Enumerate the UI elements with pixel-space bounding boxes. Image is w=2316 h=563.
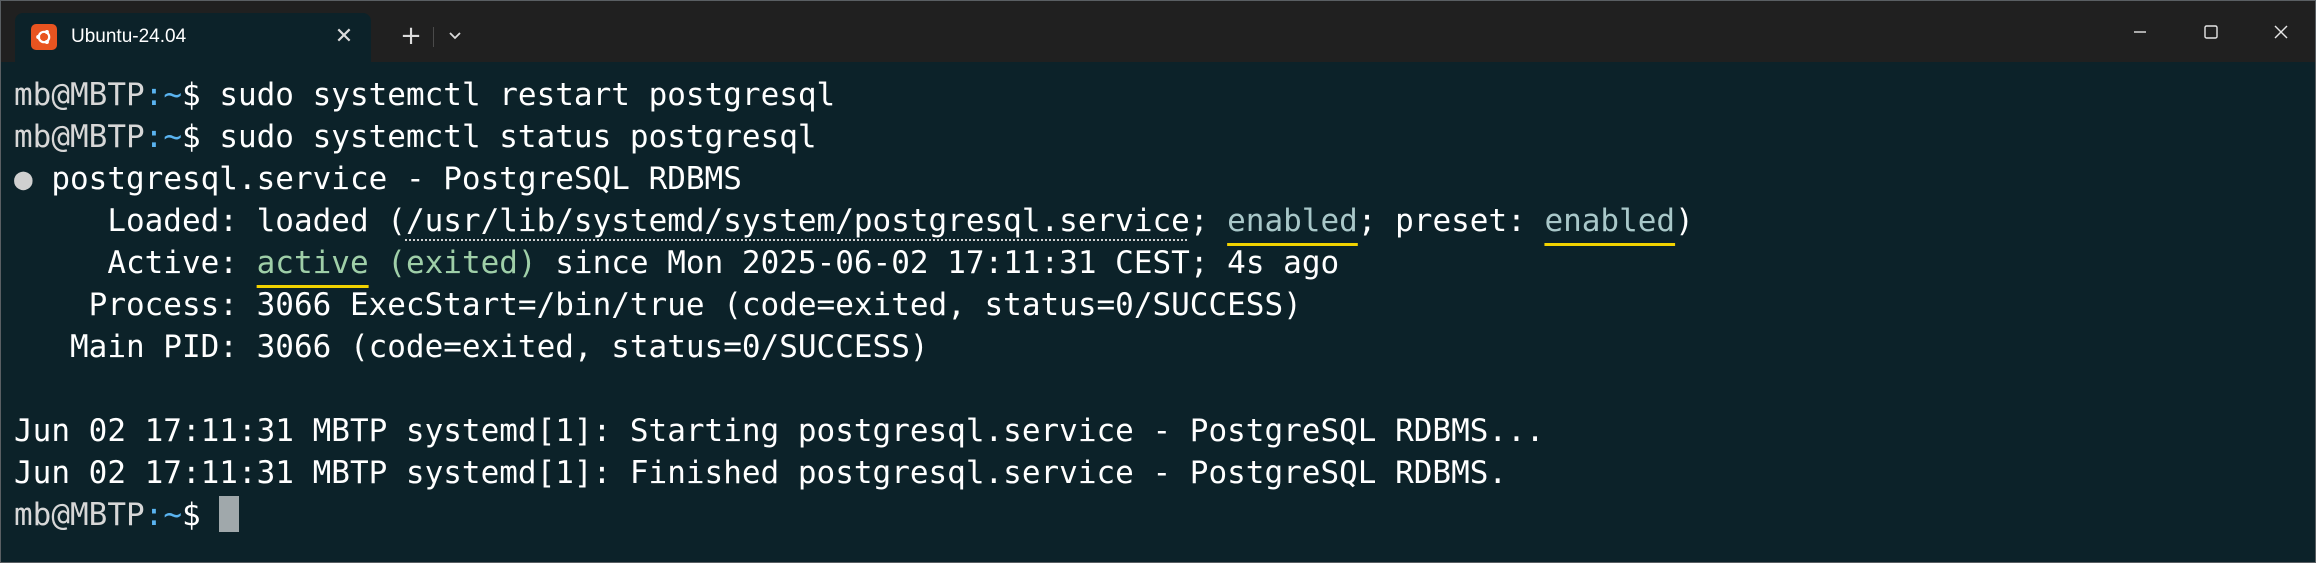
prompt-user-host: mb@MBTP [14,119,145,155]
active-label: Active: [14,245,257,281]
ubuntu-icon [31,24,57,50]
terminal-line-service: ● postgresql.service - PostgreSQL RDBMS [14,158,742,200]
terminal-line-cmd1: mb@MBTP:~$ sudo systemctl restart postgr… [14,74,835,116]
close-icon [2274,25,2288,39]
prompt-symbol: $ [181,77,201,113]
command-text: sudo systemctl restart postgresql [200,77,836,113]
prompt-user-host: mb@MBTP [14,77,145,113]
active-state: active [256,245,369,281]
enabled-state: enabled [1227,203,1358,239]
terminal-line-log2: Jun 02 17:11:31 MBTP systemd[1]: Finishe… [14,452,1507,494]
maximize-icon [2204,25,2218,39]
command-input[interactable] [201,497,220,533]
prompt-path: :~ [144,119,182,155]
minimize-button[interactable] [2111,9,2169,55]
close-window-button[interactable] [2252,9,2310,55]
active-since: since Mon 2025-06-02 17:11:31 CEST; 4s a… [536,245,1340,281]
title-bar[interactable]: Ubuntu-24.04 ✕ + [1,1,2315,62]
chevron-down-icon [449,32,461,40]
terminal-line-cmd2: mb@MBTP:~$ sudo systemctl status postgre… [14,116,817,158]
terminal-output[interactable]: mb@MBTP:~$ sudo systemctl restart postgr… [1,62,2315,562]
tab-title: Ubuntu-24.04 [71,26,187,47]
minimize-icon [2134,31,2146,33]
process-text: Process: 3066 ExecStart=/bin/true (code=… [14,287,1302,323]
prompt-path: :~ [144,77,182,113]
log-text: Jun 02 17:11:31 MBTP systemd[1]: Finishe… [14,455,1508,491]
tab-dropdown-button[interactable] [438,19,472,53]
preset-label: ; preset: [1357,203,1545,239]
prompt-user-host: mb@MBTP [14,497,145,533]
log-text: Jun 02 17:11:31 MBTP systemd[1]: Startin… [14,413,1545,449]
terminal-line-loaded: Loaded: loaded (/usr/lib/systemd/system/… [14,200,1694,242]
terminal-line-active: Active: active (exited) since Mon 2025-0… [14,242,1339,284]
terminal-line-log1: Jun 02 17:11:31 MBTP systemd[1]: Startin… [14,410,1544,452]
active-substate: (exited) [368,245,537,281]
terminal-line-prompt: mb@MBTP:~$ [14,494,240,536]
tab-close-icon[interactable]: ✕ [331,24,357,50]
mainpid-text: Main PID: 3066 (code=exited, status=0/SU… [14,329,929,365]
tab-divider [433,27,434,47]
terminal-line-mainpid: Main PID: 3066 (code=exited, status=0/SU… [14,326,929,368]
service-name: postgresql.service - PostgreSQL RDBMS [32,161,742,197]
prompt-symbol: $ [181,119,201,155]
prompt-path: :~ [144,497,182,533]
loaded-close: ) [1675,203,1694,239]
preset-state: enabled [1544,203,1676,239]
status-dot-icon: ● [14,161,33,197]
command-text: sudo systemctl status postgresql [200,119,817,155]
terminal-line-process: Process: 3066 ExecStart=/bin/true (code=… [14,284,1302,326]
loaded-label: Loaded: loaded ( [14,203,406,239]
maximize-button[interactable] [2182,9,2240,55]
text-cursor [219,496,240,532]
unit-file-link[interactable]: /usr/lib/systemd/system/postgresql.servi… [406,203,1190,239]
terminal-window: Ubuntu-24.04 ✕ + mb@MBTP:~$ sudo systemc… [0,0,2316,563]
tab-ubuntu[interactable]: Ubuntu-24.04 ✕ [15,13,371,62]
new-tab-button[interactable]: + [394,19,428,53]
loaded-separator: ; [1189,203,1228,239]
prompt-symbol: $ [181,497,201,533]
